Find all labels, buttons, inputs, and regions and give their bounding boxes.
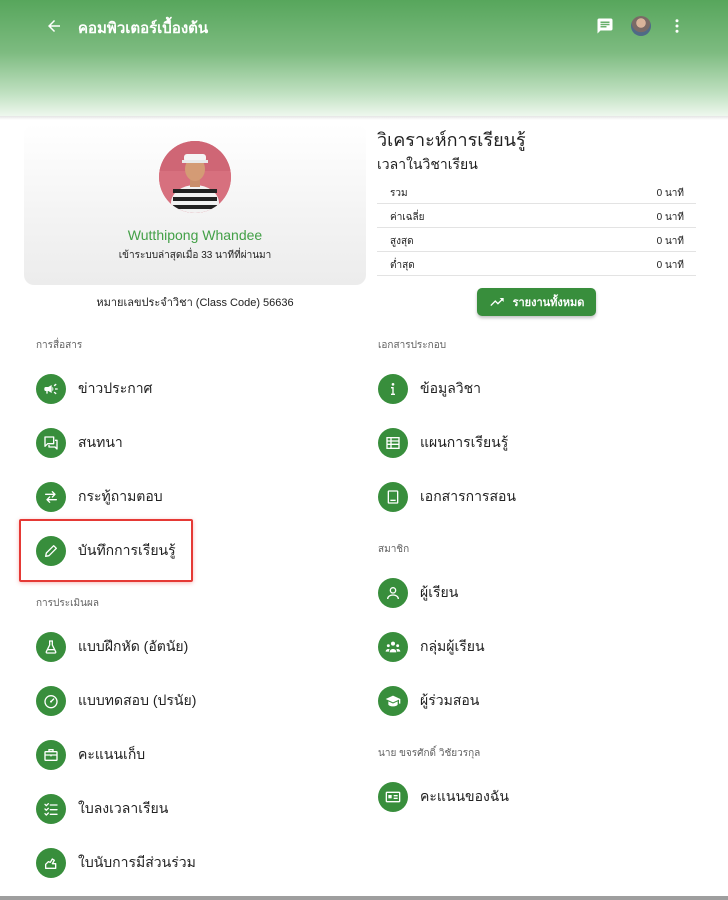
section-members: สมาชิก bbox=[378, 544, 410, 555]
row-label: สูงสุด bbox=[390, 236, 414, 247]
menu-student-groups[interactable]: กลุ่มผู้เรียน bbox=[378, 627, 485, 667]
back-arrow-icon bbox=[48, 20, 60, 32]
menu-students[interactable]: ผู้เรียน bbox=[378, 573, 458, 613]
report-button-label: รายงานทั้งหมด bbox=[512, 297, 585, 309]
analytics-row: ค่าเฉลี่ย 0 นาที bbox=[377, 204, 696, 228]
profile-name: Wutthipong Whandee bbox=[127, 227, 263, 243]
info-icon bbox=[378, 374, 408, 404]
menu-label: คะแนนเก็บ bbox=[78, 746, 146, 762]
graduation-cap-icon bbox=[378, 686, 408, 716]
trending-up-icon bbox=[489, 298, 504, 306]
section-communication: การสื่อสาร bbox=[36, 340, 83, 351]
menu-course-info[interactable]: ข้อมูลวิชา bbox=[378, 369, 481, 409]
menu-learning-plan[interactable]: แผนการเรียนรู้ bbox=[378, 423, 508, 463]
bottom-divider bbox=[0, 896, 728, 900]
menu-label: แบบฝึกหัด (อัตนัย) bbox=[78, 638, 189, 654]
menu-label: ผู้ร่วมสอน bbox=[420, 692, 480, 708]
table-icon bbox=[378, 428, 408, 458]
menu-scores[interactable]: คะแนนเก็บ bbox=[36, 735, 145, 775]
analytics-row: รวม 0 นาที bbox=[377, 180, 696, 204]
section-evaluation: การประเมินผล bbox=[36, 598, 99, 609]
header-shadow bbox=[0, 116, 728, 120]
menu-label: ผู้เรียน bbox=[420, 584, 459, 600]
profile-photo bbox=[159, 141, 231, 213]
analytics-title: วิเคราะห์การเรียนรู้ bbox=[377, 130, 526, 150]
analytics-table: รวม 0 นาที ค่าเฉลี่ย 0 นาที สูงสุด 0 นาท… bbox=[377, 180, 696, 276]
analytics-row: ต่ำสุด 0 นาที bbox=[377, 252, 696, 276]
flask-icon bbox=[36, 632, 66, 662]
row-value: 0 นาที bbox=[656, 260, 684, 271]
forum-icon bbox=[36, 428, 66, 458]
menu-teaching-docs[interactable]: เอกสารการสอน bbox=[378, 477, 516, 517]
swap-icon bbox=[36, 482, 66, 512]
row-label: ต่ำสุด bbox=[390, 260, 415, 271]
menu-label: ข่าวประกาศ bbox=[78, 380, 153, 396]
full-report-button[interactable]: รายงานทั้งหมด bbox=[477, 288, 596, 316]
row-value: 0 นาที bbox=[656, 236, 684, 247]
menu-label: ข้อมูลวิชา bbox=[420, 380, 482, 396]
last-login-text: เข้าระบบล่าสุดเมื่อ 33 นาทีที่ผ่านมา bbox=[118, 250, 272, 261]
book-icon bbox=[378, 482, 408, 512]
hand-icon bbox=[36, 848, 66, 878]
course-title: คอมพิวเตอร์เบื้องต้น bbox=[78, 20, 209, 37]
row-value: 0 นาที bbox=[656, 188, 684, 199]
more-menu-button[interactable] bbox=[665, 14, 689, 38]
menu-my-scores[interactable]: คะแนนของฉัน bbox=[378, 777, 509, 817]
megaphone-icon bbox=[36, 374, 66, 404]
menu-co-teachers[interactable]: ผู้ร่วมสอน bbox=[378, 681, 479, 721]
menu-label: กลุ่มผู้เรียน bbox=[420, 638, 485, 654]
analytics-subtitle: เวลาในวิชาเรียน bbox=[377, 156, 478, 172]
highlight-box bbox=[19, 519, 193, 582]
menu-label: ใบลงเวลาเรียน bbox=[78, 800, 169, 816]
menu-qa-board[interactable]: กระทู้ถามตอบ bbox=[36, 477, 163, 517]
menu-label: กระทู้ถามตอบ bbox=[78, 488, 163, 504]
row-label: รวม bbox=[390, 188, 408, 199]
briefcase-icon bbox=[36, 740, 66, 770]
menu-attendance[interactable]: ใบลงเวลาเรียน bbox=[36, 789, 168, 829]
section-personal: นาย ขจรศักดิ์ วิชัยวรกุล bbox=[378, 748, 481, 759]
class-code: หมายเลขประจำวิชา (Class Code) 56636 bbox=[96, 297, 294, 309]
more-vert-icon bbox=[675, 19, 679, 33]
menu-announcements[interactable]: ข่าวประกาศ bbox=[36, 369, 152, 409]
id-card-icon bbox=[378, 782, 408, 812]
row-label: ค่าเฉลี่ย bbox=[390, 212, 425, 223]
chat-button[interactable] bbox=[593, 14, 617, 38]
menu-chat[interactable]: สนทนา bbox=[36, 423, 123, 463]
menu-label: แบบทดสอบ (ปรนัย) bbox=[78, 692, 197, 708]
menu-label: สนทนา bbox=[78, 434, 123, 450]
checklist-icon bbox=[36, 794, 66, 824]
menu-quiz[interactable]: แบบทดสอบ (ปรนัย) bbox=[36, 681, 196, 721]
group-icon bbox=[378, 632, 408, 662]
menu-label: เอกสารการสอน bbox=[420, 488, 516, 504]
speedometer-icon bbox=[36, 686, 66, 716]
menu-label: ใบนับการมีส่วนร่วม bbox=[78, 854, 196, 870]
profile-card: Wutthipong Whandee เข้าระบบล่าสุดเมื่อ 3… bbox=[24, 124, 366, 285]
section-documents: เอกสารประกอบ bbox=[378, 340, 447, 351]
back-button[interactable] bbox=[42, 14, 66, 38]
menu-participation[interactable]: ใบนับการมีส่วนร่วม bbox=[36, 843, 196, 883]
person-icon bbox=[378, 578, 408, 608]
menu-exercise[interactable]: แบบฝึกหัด (อัตนัย) bbox=[36, 627, 188, 667]
menu-label: คะแนนของฉัน bbox=[420, 788, 509, 804]
user-avatar[interactable] bbox=[631, 16, 651, 36]
chat-icon bbox=[597, 18, 613, 34]
analytics-row: สูงสุด 0 นาที bbox=[377, 228, 696, 252]
row-value: 0 นาที bbox=[656, 212, 684, 223]
menu-label: แผนการเรียนรู้ bbox=[420, 434, 509, 450]
